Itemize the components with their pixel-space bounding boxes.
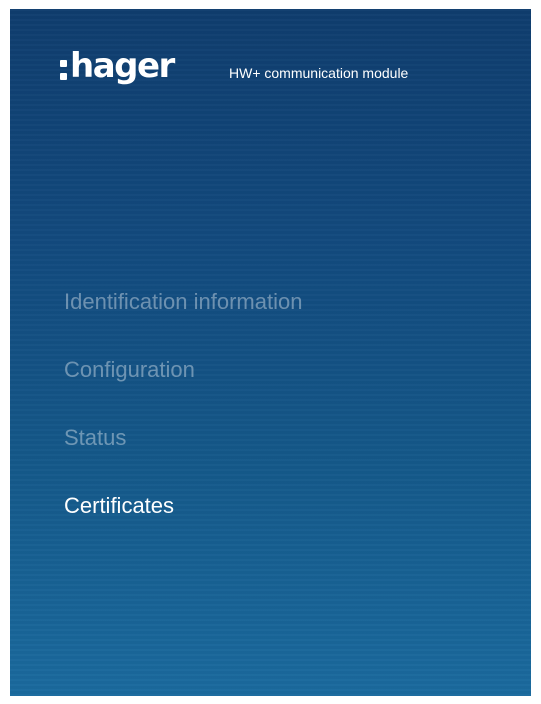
product-name: HW+ communication module: [229, 65, 409, 81]
app-frame: hager HW+ communication module Identific…: [10, 9, 531, 696]
logo-dot: [60, 60, 67, 67]
menu-item-identification-information[interactable]: Identification information: [64, 289, 302, 357]
menu-item-status[interactable]: Status: [64, 425, 302, 493]
hager-logo: hager: [60, 46, 175, 86]
logo-colon-icon: [60, 47, 67, 85]
menu-item-certificates[interactable]: Certificates: [64, 493, 302, 561]
logo-wordmark: hager: [70, 46, 175, 86]
main-menu: Identification information Configuration…: [64, 289, 302, 561]
logo-dot: [60, 73, 67, 80]
menu-item-configuration[interactable]: Configuration: [64, 357, 302, 425]
